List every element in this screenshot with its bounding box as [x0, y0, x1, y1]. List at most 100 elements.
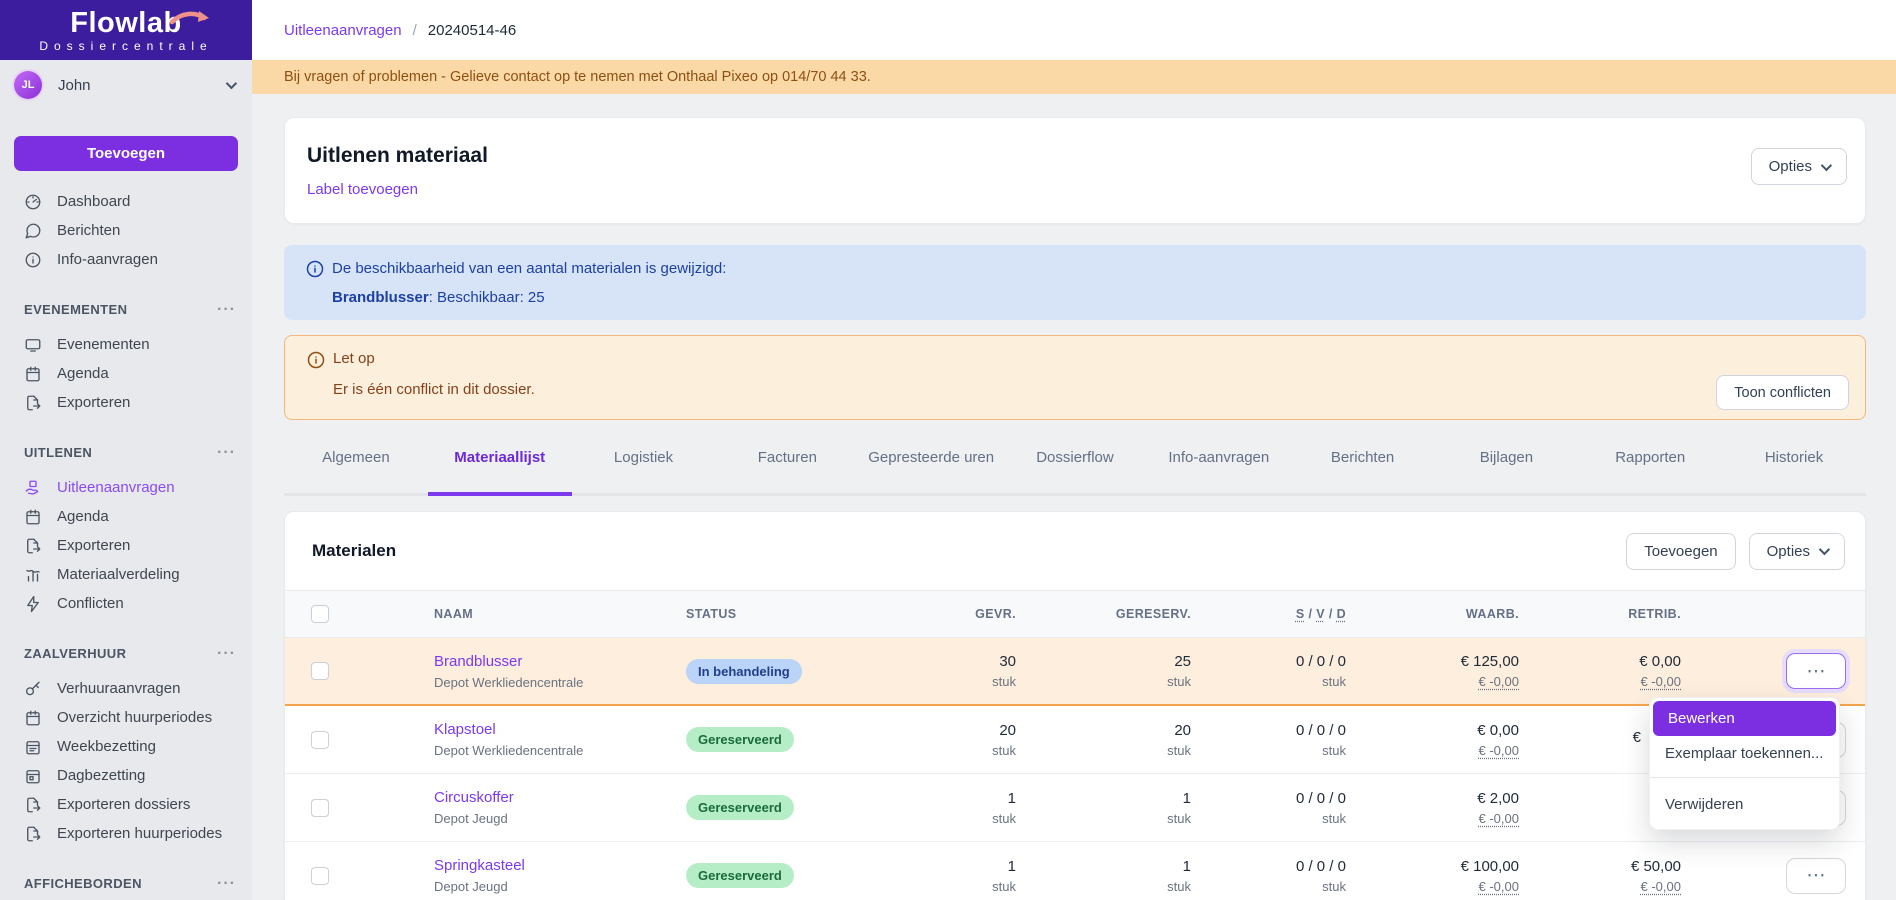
context-menu: Bewerken Exemplaar toekennen... Verwijde… — [1649, 697, 1840, 830]
column-gereserv: GERESERV. — [1024, 607, 1199, 621]
row-actions-button[interactable]: ⋯ — [1786, 858, 1846, 894]
material-depot: Depot Jeugd — [434, 811, 660, 826]
breadcrumb-current: 20240514-46 — [428, 22, 516, 39]
waarb-value: € 2,00 — [1354, 790, 1519, 807]
table-row-springkasteel: Springkasteel Depot Jeugd Gereserveerd 1… — [285, 842, 1865, 900]
status-badge: In behandeling — [686, 659, 802, 684]
sidebar-item-label: Info-aanvragen — [57, 251, 158, 268]
tab-materiaallijst[interactable]: Materiaallijst — [428, 428, 572, 496]
column-waarb: WAARB. — [1354, 607, 1527, 621]
logo[interactable]: Flowlab Dossiercentrale — [0, 0, 252, 60]
tab-info-aanvragen[interactable]: Info-aanvragen — [1147, 428, 1291, 496]
material-link[interactable]: Brandblusser — [434, 653, 660, 670]
sidebar-item-dagbezetting[interactable]: Dagbezetting — [0, 761, 252, 790]
svd-value: 0 / 0 / 0 — [1199, 858, 1346, 875]
tab-bijlagen[interactable]: Bijlagen — [1435, 428, 1579, 496]
user-menu[interactable]: JL John — [0, 60, 252, 110]
sidebar-item-label: Berichten — [57, 222, 120, 239]
header-options-button[interactable]: Opties — [1751, 148, 1847, 185]
add-button[interactable]: Toevoegen — [14, 136, 238, 171]
tab-facturen[interactable]: Facturen — [715, 428, 859, 496]
row-checkbox[interactable] — [311, 867, 329, 885]
hand-box-icon — [24, 479, 42, 497]
calendar-icon — [24, 365, 42, 383]
conflict-warning-alert: Let op Er is één conflict in dit dossier… — [284, 335, 1866, 420]
tab-berichten[interactable]: Berichten — [1291, 428, 1435, 496]
sidebar-item-exporteren-uitlenen[interactable]: Exporteren — [0, 531, 252, 560]
row-checkbox[interactable] — [311, 731, 329, 749]
material-link[interactable]: Circuskoffer — [434, 789, 660, 806]
material-name: Brandblusser — [332, 289, 429, 306]
section-menu-icon[interactable]: ··· — [217, 301, 236, 319]
gereserv-value: 25 — [1024, 653, 1191, 670]
show-conflicts-button[interactable]: Toon conflicten — [1716, 375, 1849, 410]
column-svd: S / V / D — [1199, 607, 1354, 621]
materials-options-button[interactable]: Opties — [1749, 533, 1845, 570]
sidebar-item-exporteren-huurperiodes[interactable]: Exporteren huurperiodes — [0, 819, 252, 848]
dossier-header-card: Uitlenen materiaal Label toevoegen Optie… — [284, 117, 1866, 224]
sidebar-item-verhuuraanvragen[interactable]: Verhuuraanvragen — [0, 674, 252, 703]
tab-logistiek[interactable]: Logistiek — [572, 428, 716, 496]
material-depot: Depot Werkliedencentrale — [434, 743, 660, 758]
sidebar-item-exporteren-evenementen[interactable]: Exporteren — [0, 388, 252, 417]
calendar-day-icon — [24, 767, 42, 785]
sidebar-item-agenda-evenementen[interactable]: Agenda — [0, 359, 252, 388]
material-depot: Depot Werkliedencentrale — [434, 675, 660, 690]
section-menu-icon[interactable]: ··· — [217, 645, 236, 663]
tab-algemeen[interactable]: Algemeen — [284, 428, 428, 496]
select-all-checkbox[interactable] — [311, 605, 329, 623]
breadcrumb-parent-link[interactable]: Uitleenaanvragen — [284, 22, 402, 39]
warning-message: Er is één conflict in dit dossier. — [333, 381, 1849, 398]
row-actions-button[interactable]: ⋯ — [1786, 653, 1846, 689]
brand-subtitle: Dossiercentrale — [39, 39, 212, 53]
gereserv-value: 20 — [1024, 722, 1191, 739]
add-label-link[interactable]: Label toevoegen — [307, 181, 418, 198]
info-icon — [24, 251, 42, 269]
sidebar-item-evenementen[interactable]: Evenementen — [0, 330, 252, 359]
gevr-value: 30 — [840, 653, 1016, 670]
chat-icon — [24, 222, 42, 240]
sidebar-section-uitlenen: UITLENEN ··· — [0, 438, 252, 467]
file-export-icon — [24, 537, 42, 555]
column-retrib: RETRIB. — [1527, 607, 1689, 621]
material-link[interactable]: Springkasteel — [434, 857, 660, 874]
tab-historiek[interactable]: Historiek — [1722, 428, 1866, 496]
material-depot: Depot Jeugd — [434, 879, 660, 894]
section-menu-icon[interactable]: ··· — [217, 444, 236, 462]
sidebar-item-dashboard[interactable]: Dashboard — [0, 187, 252, 216]
dossier-tabs: Algemeen Materiaallijst Logistiek Factur… — [284, 428, 1866, 496]
sidebar-item-overzicht-huurperiodes[interactable]: Overzicht huurperiodes — [0, 703, 252, 732]
material-link[interactable]: Klapstoel — [434, 721, 660, 738]
table-row-klapstoel: Klapstoel Depot Werkliedencentrale Geres… — [285, 706, 1865, 774]
calendar-icon — [24, 508, 42, 526]
gereserv-value: 1 — [1024, 858, 1191, 875]
sidebar-item-uitleenaanvragen[interactable]: Uitleenaanvragen — [0, 473, 252, 502]
materials-add-button[interactable]: Toevoegen — [1626, 533, 1735, 570]
tab-dossierflow[interactable]: Dossierflow — [1003, 428, 1147, 496]
menu-item-verwijderen[interactable]: Verwijderen — [1650, 787, 1839, 821]
sidebar-item-info-aanvragen[interactable]: Info-aanvragen — [0, 245, 252, 274]
row-checkbox[interactable] — [311, 799, 329, 817]
menu-divider — [1650, 777, 1839, 778]
sidebar-item-exporteren-dossiers[interactable]: Exporteren dossiers — [0, 790, 252, 819]
sidebar-item-weekbezetting[interactable]: Weekbezetting — [0, 732, 252, 761]
logo-arrow-icon — [170, 8, 210, 28]
sidebar-item-berichten[interactable]: Berichten — [0, 216, 252, 245]
section-menu-icon[interactable]: ··· — [217, 875, 236, 893]
menu-item-bewerken[interactable]: Bewerken — [1653, 701, 1836, 736]
sidebar-item-agenda-uitlenen[interactable]: Agenda — [0, 502, 252, 531]
table-row-brandblusser: Brandblusser Depot Werkliedencentrale In… — [285, 638, 1865, 706]
info-alert-message: De beschikbaarheid van een aantal materi… — [332, 260, 1846, 277]
warning-title: Let op — [333, 350, 1849, 367]
svd-value: 0 / 0 / 0 — [1199, 722, 1346, 739]
tab-gepresteerde-uren[interactable]: Gepresteerde uren — [859, 428, 1003, 496]
sidebar-item-label: Dashboard — [57, 193, 130, 210]
menu-item-exemplaar-toekennen[interactable]: Exemplaar toekennen... — [1650, 736, 1839, 770]
row-checkbox[interactable] — [311, 662, 329, 680]
tab-rapporten[interactable]: Rapporten — [1578, 428, 1722, 496]
sidebar-item-materiaalverdeling[interactable]: Materiaalverdeling — [0, 560, 252, 589]
svd-value: 0 / 0 / 0 — [1199, 653, 1346, 670]
sidebar-item-conflicten[interactable]: Conflicten — [0, 589, 252, 618]
file-export-icon — [24, 796, 42, 814]
sidebar-section-zaalverhuur: ZAALVERHUUR ··· — [0, 639, 252, 668]
